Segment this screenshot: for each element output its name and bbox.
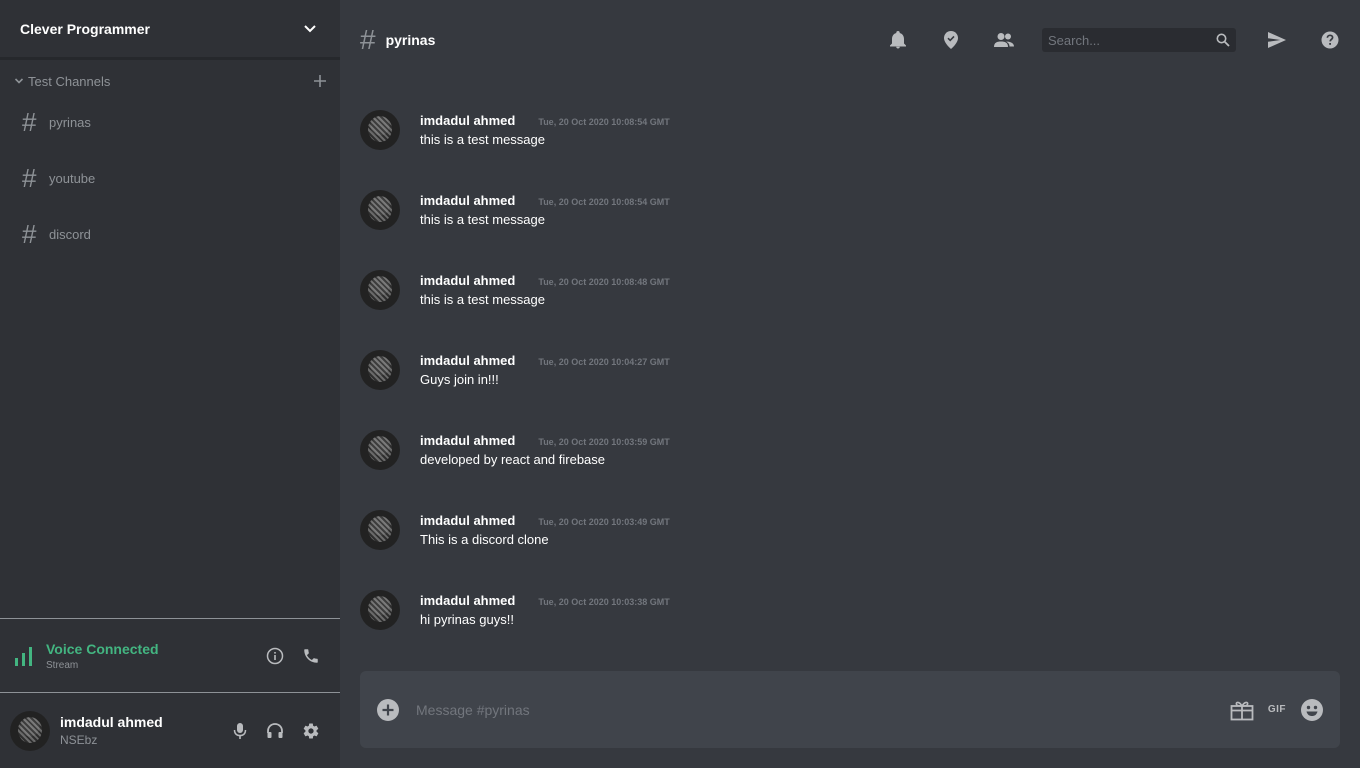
message-text: developed by react and firebase [420, 452, 606, 467]
message-timestamp: Tue, 20 Oct 2020 10:04:27 GMT [538, 357, 670, 367]
message-item: imdadul ahmed Tue, 20 Oct 2020 10:03:49 … [360, 510, 1340, 590]
message-author[interactable]: imdadul ahmed [420, 353, 515, 368]
message-text: This is a discord clone [420, 532, 549, 547]
message-text: this is a test message [420, 132, 545, 147]
phone-icon[interactable] [302, 647, 320, 665]
message-text: this is a test message [420, 212, 545, 227]
server-header[interactable]: Clever Programmer [0, 0, 340, 60]
plus-circle-icon[interactable] [376, 698, 400, 722]
avatar[interactable] [360, 190, 400, 230]
message-author[interactable]: imdadul ahmed [420, 593, 515, 608]
microphone-icon[interactable] [232, 722, 248, 740]
message-timestamp: Tue, 20 Oct 2020 10:03:49 GMT [538, 517, 670, 527]
message-input[interactable] [416, 701, 1230, 718]
message-timestamp: Tue, 20 Oct 2020 10:08:54 GMT [538, 197, 670, 207]
message-item: imdadul ahmed Tue, 20 Oct 2020 10:03:38 … [360, 590, 1340, 670]
channel-list: Test Channels # pyrinas # youtube # disc… [0, 60, 340, 618]
plus-icon[interactable] [310, 71, 330, 91]
bell-icon[interactable] [886, 28, 910, 52]
avatar[interactable] [360, 270, 400, 310]
message-item: imdadul ahmed Tue, 20 Oct 2020 10:03:59 … [360, 430, 1340, 510]
voice-status: Voice Connected Stream [0, 618, 340, 692]
voice-subtitle: Stream [46, 659, 79, 671]
sidebar: Clever Programmer Test Channels # pyrina… [0, 0, 340, 768]
message-timestamp: Tue, 20 Oct 2020 10:03:59 GMT [538, 437, 670, 447]
message-item: imdadul ahmed Tue, 20 Oct 2020 10:08:54 … [360, 190, 1340, 270]
message-item: imdadul ahmed Tue, 20 Oct 2020 10:04:27 … [360, 350, 1340, 430]
avatar[interactable] [10, 710, 50, 751]
server-name: Clever Programmer [20, 20, 150, 37]
channel-label: discord [49, 226, 91, 242]
send-icon[interactable] [1265, 28, 1289, 52]
message-composer: GIF [360, 671, 1340, 748]
message-author[interactable]: imdadul ahmed [420, 193, 515, 208]
sidebar-item-youtube[interactable]: # youtube [0, 150, 340, 206]
people-icon[interactable] [992, 28, 1016, 52]
avatar[interactable] [360, 110, 400, 150]
channel-group-toggle[interactable]: Test Channels [14, 74, 110, 89]
profile-tag: NSEbz [60, 733, 98, 747]
gift-icon[interactable] [1230, 699, 1254, 721]
chevron-down-icon[interactable] [300, 19, 320, 39]
message-author[interactable]: imdadul ahmed [420, 433, 515, 448]
profile-name: imdadul ahmed [60, 714, 163, 730]
search-box[interactable] [1042, 28, 1236, 52]
chevron-down-icon [14, 76, 24, 86]
emoji-icon[interactable] [1300, 698, 1324, 722]
message-timestamp: Tue, 20 Oct 2020 10:08:54 GMT [538, 117, 670, 127]
channel-group-header[interactable]: Test Channels [0, 68, 340, 94]
signal-bars-icon [14, 646, 34, 666]
hash-icon: # [22, 219, 37, 249]
message-author[interactable]: imdadul ahmed [420, 273, 515, 288]
message-text: hi pyrinas guys!! [420, 612, 514, 627]
gear-icon[interactable] [302, 722, 320, 740]
avatar[interactable] [360, 510, 400, 550]
message-timestamp: Tue, 20 Oct 2020 10:03:38 GMT [538, 597, 670, 607]
help-icon[interactable] [1318, 28, 1342, 52]
avatar[interactable] [360, 350, 400, 390]
chat-area: # pyrinas Search... imdadul ahmed Tue, 2… [340, 0, 1360, 768]
message-list: imdadul ahmed Tue, 20 Oct 2020 10:08:54 … [340, 80, 1360, 671]
avatar[interactable] [360, 430, 400, 470]
chat-channel-name: pyrinas [385, 32, 436, 48]
message-item: imdadul ahmed Tue, 20 Oct 2020 10:08:54 … [360, 110, 1340, 190]
message-text: this is a test message [420, 292, 545, 307]
hash-icon: # [22, 107, 37, 137]
voice-connected-label: Voice Connected [46, 640, 159, 657]
search-input[interactable] [1048, 32, 1216, 48]
message-author[interactable]: imdadul ahmed [420, 513, 515, 528]
message-author[interactable]: imdadul ahmed [420, 113, 515, 128]
message-item: imdadul ahmed Tue, 20 Oct 2020 10:08:48 … [360, 270, 1340, 350]
message-timestamp: Tue, 20 Oct 2020 10:08:48 GMT [538, 277, 670, 287]
search-icon[interactable] [1216, 33, 1230, 47]
hash-icon: # [360, 24, 376, 55]
chat-header: # pyrinas [340, 0, 1360, 80]
location-pin-icon[interactable] [939, 28, 963, 52]
sidebar-item-discord[interactable]: # discord [0, 206, 340, 262]
sidebar-item-pyrinas[interactable]: # pyrinas [0, 94, 340, 150]
info-icon[interactable] [266, 647, 284, 665]
user-profile: imdadul ahmed NSEbz [0, 692, 340, 768]
avatar[interactable] [360, 590, 400, 630]
channel-group-title: Test Channels [28, 73, 111, 89]
message-text: Guys join in!!! [420, 372, 499, 387]
channel-label: youtube [49, 170, 96, 186]
headset-icon[interactable] [266, 722, 284, 740]
channel-label: pyrinas [49, 114, 91, 130]
gif-button[interactable]: GIF [1268, 704, 1286, 715]
hash-icon: # [22, 163, 37, 193]
